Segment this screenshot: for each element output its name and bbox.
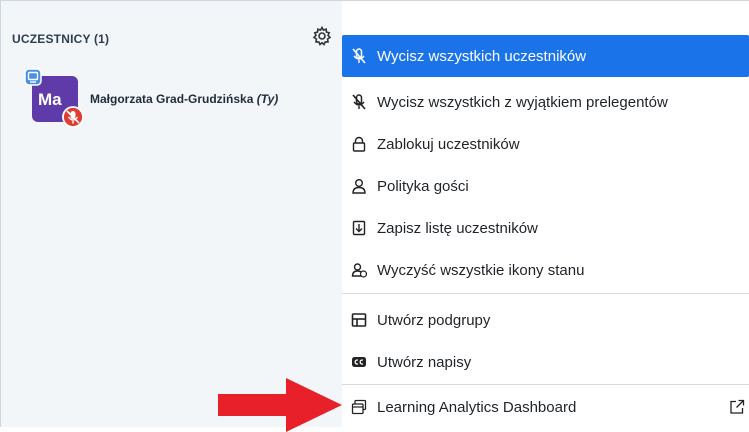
menu-item-label: Wycisz wszystkich z wyjątkiem prelegentó… bbox=[377, 94, 668, 111]
gear-icon[interactable] bbox=[312, 26, 332, 46]
mute-icon bbox=[352, 48, 366, 64]
menu-item-learning-analytics-dashboard[interactable]: Learning Analytics Dashboard bbox=[342, 386, 749, 428]
external-link-icon bbox=[730, 399, 745, 414]
mute-icon bbox=[352, 94, 366, 110]
menu-divider bbox=[342, 384, 749, 385]
menu-divider bbox=[342, 293, 749, 294]
menu-item-label: Zapisz listę uczestników bbox=[377, 220, 538, 237]
menu-item-label: Wycisz wszystkich uczestników bbox=[377, 48, 587, 65]
closed-captions-icon bbox=[352, 357, 366, 367]
menu-item-label: Utwórz napisy bbox=[377, 354, 472, 371]
avatar-initials: Ma bbox=[38, 90, 62, 109]
dashboard-icon bbox=[351, 399, 367, 415]
menu-item-create-captions[interactable]: Utwórz napisy bbox=[342, 341, 749, 383]
menu-item-mute-all-except-presenters[interactable]: Wycisz wszystkich z wyjątkiem prelegentó… bbox=[342, 81, 749, 123]
menu-item-mute-all[interactable]: Wycisz wszystkich uczestników bbox=[342, 35, 749, 77]
manage-users-menu: Wycisz wszystkich uczestników Wycisz wsz… bbox=[342, 1, 749, 427]
participants-panel-title: UCZESTNICY (1) bbox=[12, 32, 110, 46]
participant-you-label: (Ty) bbox=[256, 92, 279, 106]
rooms-icon bbox=[351, 313, 367, 327]
menu-item-label: Wyczyść wszystkie ikony stanu bbox=[377, 262, 585, 279]
clear-status-icon bbox=[351, 263, 367, 278]
muted-microphone-icon bbox=[62, 106, 84, 128]
menu-item-clear-status[interactable]: Wyczyść wszystkie ikony stanu bbox=[342, 249, 749, 291]
participant-name[interactable]: Małgorzata Grad-Grudzińska (Ty) bbox=[90, 92, 278, 106]
menu-item-label: Polityka gości bbox=[377, 178, 469, 195]
red-arrow-annotation bbox=[218, 378, 342, 432]
menu-item-save-user-list[interactable]: Zapisz listę uczestników bbox=[342, 207, 749, 249]
menu-item-create-breakout-rooms[interactable]: Utwórz podgrupy bbox=[342, 299, 749, 341]
menu-item-label: Learning Analytics Dashboard bbox=[377, 399, 577, 416]
user-icon bbox=[352, 179, 366, 194]
menu-item-lock-participants[interactable]: Zablokuj uczestników bbox=[342, 123, 749, 165]
presenter-icon bbox=[24, 68, 42, 86]
download-file-icon bbox=[352, 220, 366, 236]
menu-item-label: Utwórz podgrupy bbox=[377, 312, 491, 329]
participants-panel: UCZESTNICY (1) bbox=[1, 1, 342, 427]
participant-name-text: Małgorzata Grad-Grudzińska bbox=[90, 92, 254, 106]
lock-icon bbox=[352, 136, 366, 152]
menu-item-label: Zablokuj uczestników bbox=[377, 136, 520, 153]
menu-item-guest-policy[interactable]: Polityka gości bbox=[342, 165, 749, 207]
